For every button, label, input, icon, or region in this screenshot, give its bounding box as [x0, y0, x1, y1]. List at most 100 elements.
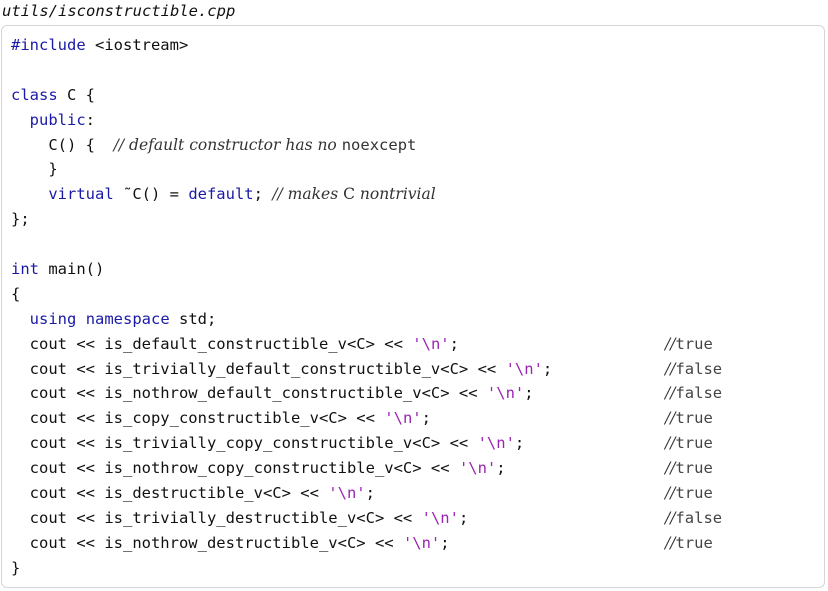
result-comment: //true [665, 456, 713, 481]
newline-literal: '\n' [477, 434, 515, 453]
result-comment: //true [665, 531, 713, 556]
include-target: <iostream> [85, 36, 189, 54]
code-line-23: } [11, 556, 552, 581]
constructor-close: } [11, 160, 58, 179]
code-line-trait-row: cout << is_destructible_v<C> << '\n'; //t… [11, 481, 713, 506]
comment-slashes: // [665, 359, 676, 378]
code-line-trait-row: cout << is_nothrow_default_constructible… [11, 381, 722, 406]
code-line-trait-row: cout << is_nothrow_destructible_v<C> << … [11, 531, 713, 556]
code-line-11: { [11, 282, 552, 307]
comment-slashes: // [665, 384, 676, 403]
result-value: false [675, 359, 723, 378]
class-name: C { [57, 85, 95, 104]
result-value: false [675, 384, 723, 403]
trait-expression: cout << is_nothrow_destructible_v<C> << [11, 533, 403, 552]
preprocessor-keyword: #include [11, 36, 86, 54]
main-close-brace: } [11, 558, 21, 577]
public-keyword: public [29, 110, 86, 129]
code-line-6: } [11, 157, 552, 182]
comment-slashes: // [665, 484, 676, 503]
result-comment: //true [665, 481, 713, 506]
newline-literal: '\n' [486, 384, 525, 403]
trait-expression: cout << is_trivially_destructible_v<C> <… [11, 508, 422, 527]
code-line-8: }; [11, 207, 552, 232]
result-comment: //false [665, 506, 722, 531]
code-line-1: #include <iostream> [11, 33, 552, 58]
code-line-3: class C { [11, 83, 552, 108]
result-value: true [675, 484, 713, 503]
result-value: true [675, 533, 713, 552]
code-line-12: using namespace std; [11, 307, 552, 332]
semicolon: ; [421, 409, 431, 428]
class-keyword: class [11, 85, 58, 104]
result-comment: //true [665, 406, 713, 431]
constructor-comment: // default constructor has no [113, 135, 342, 154]
constructor-code: C() { [11, 135, 114, 154]
semicolon: ; [496, 459, 506, 478]
code-line-trait-row: cout << is_nothrow_copy_constructible_v<… [11, 456, 713, 481]
comment-slashes: // [665, 459, 676, 478]
class-close: }; [11, 210, 30, 229]
trait-expression: cout << is_trivially_default_constructib… [11, 359, 506, 378]
using-keyword: using [29, 309, 77, 328]
newline-literal: '\n' [458, 459, 497, 478]
semicolon: ; [542, 359, 553, 378]
trait-expression: cout << is_default_constructible_v<C> << [11, 334, 413, 353]
result-comment: //true [665, 332, 713, 357]
comment-slashes: // [665, 533, 676, 552]
default-keyword: default [188, 185, 254, 204]
code-line-5: C() { // default constructor has no noex… [11, 133, 552, 158]
semicolon: ; [458, 508, 469, 527]
namespace-keyword: namespace [85, 309, 170, 328]
result-value: true [675, 409, 713, 428]
result-comment: //false [665, 381, 722, 406]
code-line-trait-row: cout << is_copy_constructible_v<C> << '\… [11, 406, 713, 431]
colon: : [85, 110, 96, 129]
destructor-code: ˜C() = [113, 185, 189, 204]
trait-expression: cout << is_nothrow_default_constructible… [11, 384, 487, 403]
newline-literal: '\n' [421, 508, 459, 527]
result-value: true [675, 459, 713, 478]
comment-slashes: // [665, 409, 676, 428]
int-keyword: int [11, 260, 39, 279]
code-line-4: public: [11, 108, 552, 133]
trait-expression: cout << is_nothrow_copy_constructible_v<… [11, 459, 459, 478]
newline-literal: '\n' [412, 334, 450, 353]
code-listing-box: #include <iostream> class C { public: C(… [1, 25, 825, 588]
code-line-trait-row: cout << is_trivially_destructible_v<C> <… [11, 506, 722, 531]
destructor-comment-b: nontrivial [354, 185, 436, 204]
semicolon: ; [514, 434, 525, 453]
code-listing: #include <iostream> class C { public: C(… [11, 33, 722, 581]
trait-expression: cout << is_destructible_v<C> << [11, 484, 329, 503]
code-line-trait-row: cout << is_trivially_default_constructib… [11, 357, 722, 382]
result-value: true [675, 334, 713, 353]
destructor-comment-a: // makes [272, 185, 344, 204]
comment-slashes: // [665, 434, 676, 453]
semicolon: ; [440, 533, 450, 552]
semicolon: ; [365, 484, 375, 503]
semicolon: ; [449, 334, 459, 353]
namespace-std: std; [169, 309, 217, 328]
main-signature: main() [39, 260, 105, 279]
result-value: true [675, 434, 713, 453]
file-name-caption: utils/isconstructible.cpp [2, 2, 236, 20]
result-comment: //true [665, 431, 713, 456]
trait-output-rows: cout << is_default_constructible_v<C> <<… [11, 332, 722, 556]
newline-literal: '\n' [328, 484, 366, 503]
comment-slashes: // [665, 508, 676, 527]
result-value: false [675, 508, 723, 527]
main-open-brace: { [11, 284, 21, 303]
code-line-trait-row: cout << is_trivially_copy_constructible_… [11, 431, 713, 456]
code-line-7: virtual ˜C() = default; // makes C nontr… [11, 182, 552, 207]
destructor-comment-class: C [343, 185, 355, 204]
code-line-trait-row: cout << is_default_constructible_v<C> <<… [11, 332, 713, 357]
virtual-keyword: virtual [48, 185, 114, 204]
trait-expression: cout << is_trivially_copy_constructible_… [11, 434, 478, 453]
code-line-10: int main() [11, 257, 552, 282]
semicolon: ; [524, 384, 534, 403]
newline-literal: '\n' [505, 359, 543, 378]
